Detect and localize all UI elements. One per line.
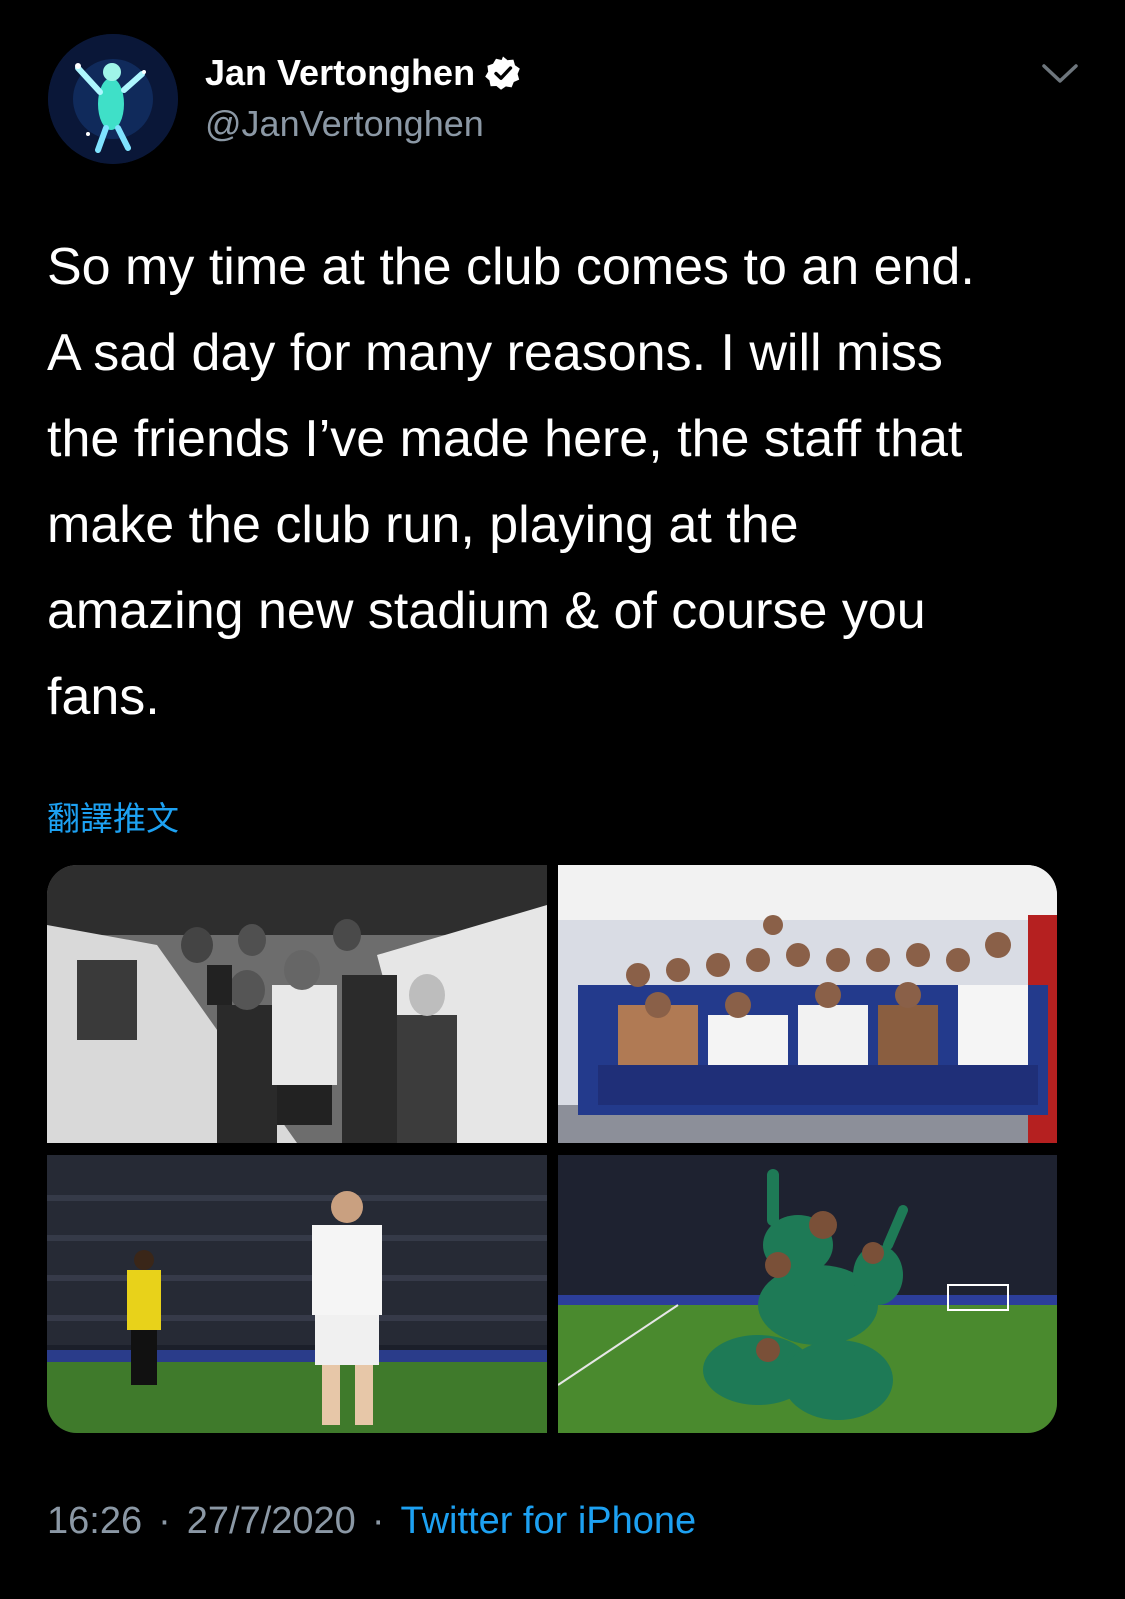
media-grid <box>47 865 1057 1433</box>
tweet-date: 27/7/2020 <box>186 1500 356 1542</box>
tweet-meta: 16:26 · 27/7/2020 · Twitter for iPhone <box>47 1500 696 1543</box>
author-name[interactable]: Jan Vertonghen <box>205 52 475 94</box>
stadium-match-photo <box>47 1155 547 1433</box>
dressing-room-team-photo <box>558 865 1057 1143</box>
translate-tweet-link[interactable]: 翻譯推文 <box>47 792 179 840</box>
avatar[interactable] <box>48 34 178 164</box>
avatar-player-icon <box>48 34 178 164</box>
media-photo-3[interactable] <box>47 1155 547 1433</box>
tweet-card: Jan Vertonghen @JanVertonghen So my time… <box>0 0 1125 1599</box>
media-photo-1[interactable] <box>47 865 547 1143</box>
tunnel-photo <box>47 865 547 1143</box>
author-handle[interactable]: @JanVertonghen <box>205 103 484 145</box>
media-photo-4[interactable] <box>558 1155 1057 1433</box>
meta-separator: · <box>158 1500 171 1542</box>
tweet-text: So my time at the club comes to an end. … <box>47 238 975 726</box>
celebration-photo <box>558 1155 1057 1433</box>
tweet-source-link[interactable]: Twitter for iPhone <box>400 1500 696 1543</box>
author-row[interactable]: Jan Vertonghen <box>205 52 521 94</box>
chevron-down-icon[interactable] <box>1040 58 1080 88</box>
media-photo-2[interactable] <box>558 865 1057 1143</box>
tweet-time: 16:26 <box>47 1500 143 1542</box>
meta-separator: · <box>371 1500 385 1542</box>
verified-badge-icon <box>485 56 520 90</box>
